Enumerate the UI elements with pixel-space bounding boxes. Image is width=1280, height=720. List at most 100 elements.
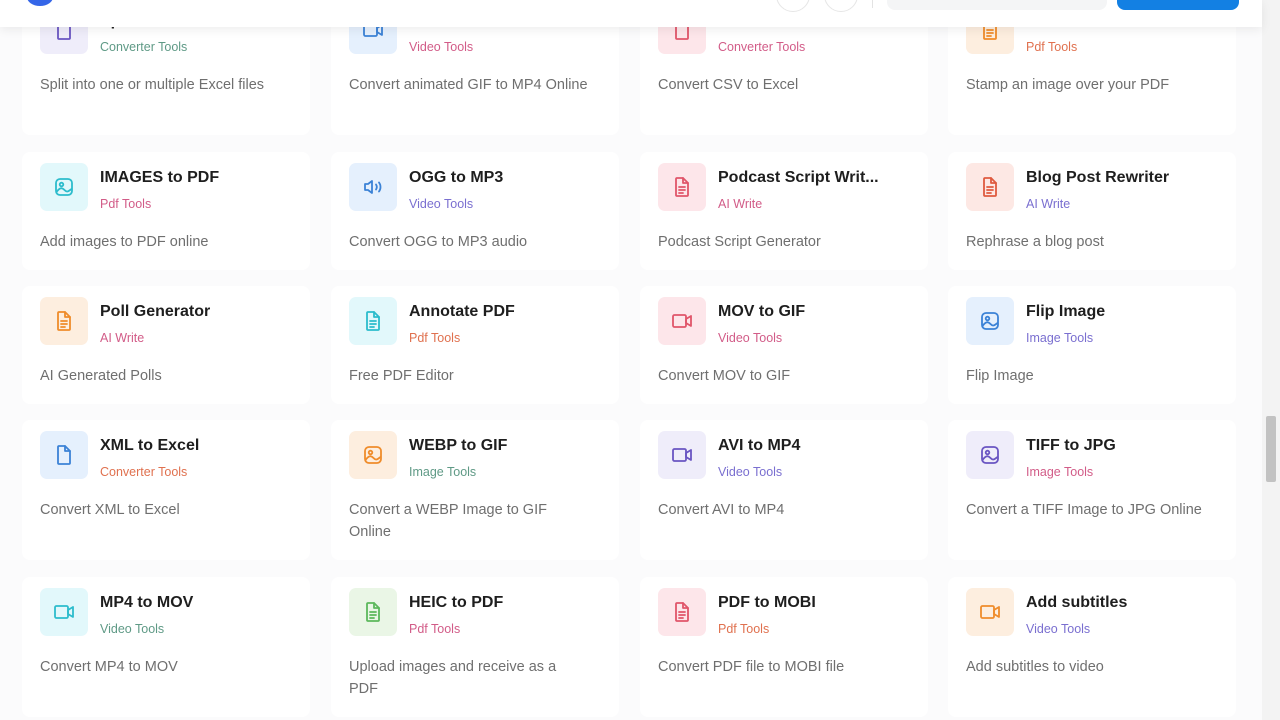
tool-description: Add subtitles to video: [966, 659, 1104, 675]
tool-icon-box: [40, 163, 88, 211]
tool-card[interactable]: WEBP to GIF Image Tools Convert a WEBP Ima…: [331, 420, 619, 560]
tool-category: Pdf Tools: [100, 197, 152, 211]
tool-description: Podcast Script Generator: [658, 234, 821, 250]
tool-icon-box: [349, 431, 397, 479]
search-input[interactable]: [887, 0, 1107, 10]
tool-title[interactable]: AVI to MP4: [718, 437, 800, 455]
tool-category: Pdf Tools: [1026, 40, 1078, 54]
tool-icon-box: [658, 163, 706, 211]
video-icon: [980, 605, 1000, 619]
tool-card[interactable]: MOV to GIF Video Tools Convert MOV to GIF: [640, 286, 928, 404]
divider: [872, 0, 873, 8]
tool-icon-box: [966, 431, 1014, 479]
tool-card[interactable]: TIFF to JPG Image Tools Convert a TIFF Ima…: [948, 420, 1236, 560]
tool-icon-box: [658, 588, 706, 636]
tool-category: Pdf Tools: [718, 622, 770, 636]
tool-description: Split into one or multiple Excel files: [40, 77, 265, 93]
icon-button-2[interactable]: [824, 0, 858, 12]
tool-category: AI Write: [718, 197, 763, 211]
tool-description: Convert OGG to MP3 audio: [349, 234, 528, 250]
tool-title[interactable]: MP4 to MOV: [100, 594, 193, 612]
document-icon: [675, 602, 689, 622]
document-icon: [983, 177, 997, 197]
video-icon: [54, 605, 74, 619]
tool-category: AI Write: [100, 331, 145, 345]
speaker-icon: [364, 180, 382, 194]
tool-description: Convert PDF file to MOBI file: [658, 659, 845, 675]
tool-icon-box: [966, 297, 1014, 345]
tool-description: Stamp an image over your PDF: [966, 77, 1170, 93]
tool-description: Convert MOV to GIF: [658, 368, 791, 384]
tool-category: Pdf Tools: [409, 331, 461, 345]
tool-icon-box: [658, 297, 706, 345]
scrollbar-track[interactable]: [1262, 0, 1280, 720]
top-navigation-bar: [0, 0, 1262, 27]
tool-title[interactable]: Add subtitles: [1026, 594, 1127, 612]
tool-description: Convert animated GIF to MP4 Online: [349, 77, 588, 93]
tool-category: Video Tools: [409, 40, 474, 54]
tool-icon-box: [658, 431, 706, 479]
tool-category: Video Tools: [1026, 622, 1091, 636]
document-icon: [675, 177, 689, 197]
tool-card[interactable]: Add subtitles Video Tools Add subtitles to…: [948, 577, 1236, 717]
tool-title[interactable]: PDF to MOBI: [718, 594, 816, 612]
tool-card[interactable]: IMAGES to PDF Pdf Tools Add images to PDF …: [22, 152, 310, 270]
tool-title[interactable]: Flip Image: [1026, 303, 1105, 321]
tool-card[interactable]: Blog Post Rewriter AI Write Rephrase a blo…: [948, 152, 1236, 270]
tool-category: Image Tools: [409, 465, 477, 479]
tool-title[interactable]: Podcast Script Writ...: [718, 169, 879, 187]
tool-category: Video Tools: [718, 331, 783, 345]
tool-card[interactable]: Annotate PDF Pdf Tools Free PDF Editor: [331, 286, 619, 404]
tool-title[interactable]: WEBP to GIF: [409, 437, 507, 455]
primary-cta-button[interactable]: [1117, 0, 1239, 10]
image-icon: [55, 178, 73, 196]
tool-title[interactable]: IMAGES to PDF: [100, 169, 219, 187]
tool-title[interactable]: XML to Excel: [100, 437, 199, 455]
tool-card[interactable]: PDF to MOBI Pdf Tools Convert PDF file to …: [640, 577, 928, 717]
tool-category: AI Write: [1026, 197, 1071, 211]
tool-card[interactable]: Poll Generator AI Write AI Generated Polls: [22, 286, 310, 404]
tool-category: Converter Tools: [718, 40, 806, 54]
tool-card[interactable]: AVI to MP4 Video Tools Convert AVI to MP4: [640, 420, 928, 560]
tool-category: Converter Tools: [100, 465, 188, 479]
icon-button-1[interactable]: [776, 0, 810, 12]
tool-category: Image Tools: [1026, 465, 1094, 479]
tool-category: Converter Tools: [100, 40, 188, 54]
tool-title[interactable]: Annotate PDF: [409, 303, 515, 321]
tool-title[interactable]: Blog Post Rewriter: [1026, 169, 1169, 187]
image-icon: [364, 446, 382, 464]
tool-card[interactable]: OGG to MP3 Video Tools Convert OGG to MP3 …: [331, 152, 619, 270]
video-icon: [672, 448, 692, 462]
tool-description: Convert CSV to Excel: [658, 77, 799, 93]
tool-description: Add images to PDF online: [40, 234, 209, 250]
tool-card[interactable]: HEIC to PDF Pdf Tools Upload images and re…: [331, 577, 619, 717]
tool-title[interactable]: MOV to GIF: [718, 303, 805, 321]
tool-icon-box: [966, 588, 1014, 636]
tool-description: Flip Image: [966, 368, 1034, 384]
document-icon: [366, 311, 380, 331]
tool-title[interactable]: TIFF to JPG: [1026, 437, 1116, 455]
tool-icon-box: [40, 588, 88, 636]
tool-card[interactable]: XML to Excel Converter Tools Convert XML t…: [22, 420, 310, 560]
file-icon: [57, 445, 71, 465]
tool-icon-box: [349, 297, 397, 345]
tool-description: Rephrase a blog post: [966, 234, 1104, 250]
tool-category: Video Tools: [718, 465, 783, 479]
tool-description: Free PDF Editor: [349, 368, 454, 384]
tool-description: Convert AVI to MP4: [658, 502, 785, 518]
tool-title[interactable]: HEIC to PDF: [409, 594, 503, 612]
tool-description: Convert MP4 to MOV: [40, 659, 178, 675]
tool-description: Convert a TIFF Image to JPG Online: [966, 502, 1202, 518]
tool-icon-box: [349, 163, 397, 211]
tool-card[interactable]: MP4 to MOV Video Tools Convert MP4 to MOV: [22, 577, 310, 717]
video-icon: [672, 314, 692, 328]
logo-icon[interactable]: [27, 0, 53, 6]
image-icon: [981, 446, 999, 464]
tool-title[interactable]: Poll Generator: [100, 303, 210, 321]
tool-description: Convert XML to Excel: [40, 502, 180, 518]
tool-title[interactable]: OGG to MP3: [409, 169, 503, 187]
tool-category: Image Tools: [1026, 331, 1094, 345]
tool-card[interactable]: Podcast Script Writ... AI Write Podcast Sc…: [640, 152, 928, 270]
scrollbar-thumb[interactable]: [1266, 416, 1276, 482]
tool-card[interactable]: Flip Image Image Tools Flip Image: [948, 286, 1236, 404]
